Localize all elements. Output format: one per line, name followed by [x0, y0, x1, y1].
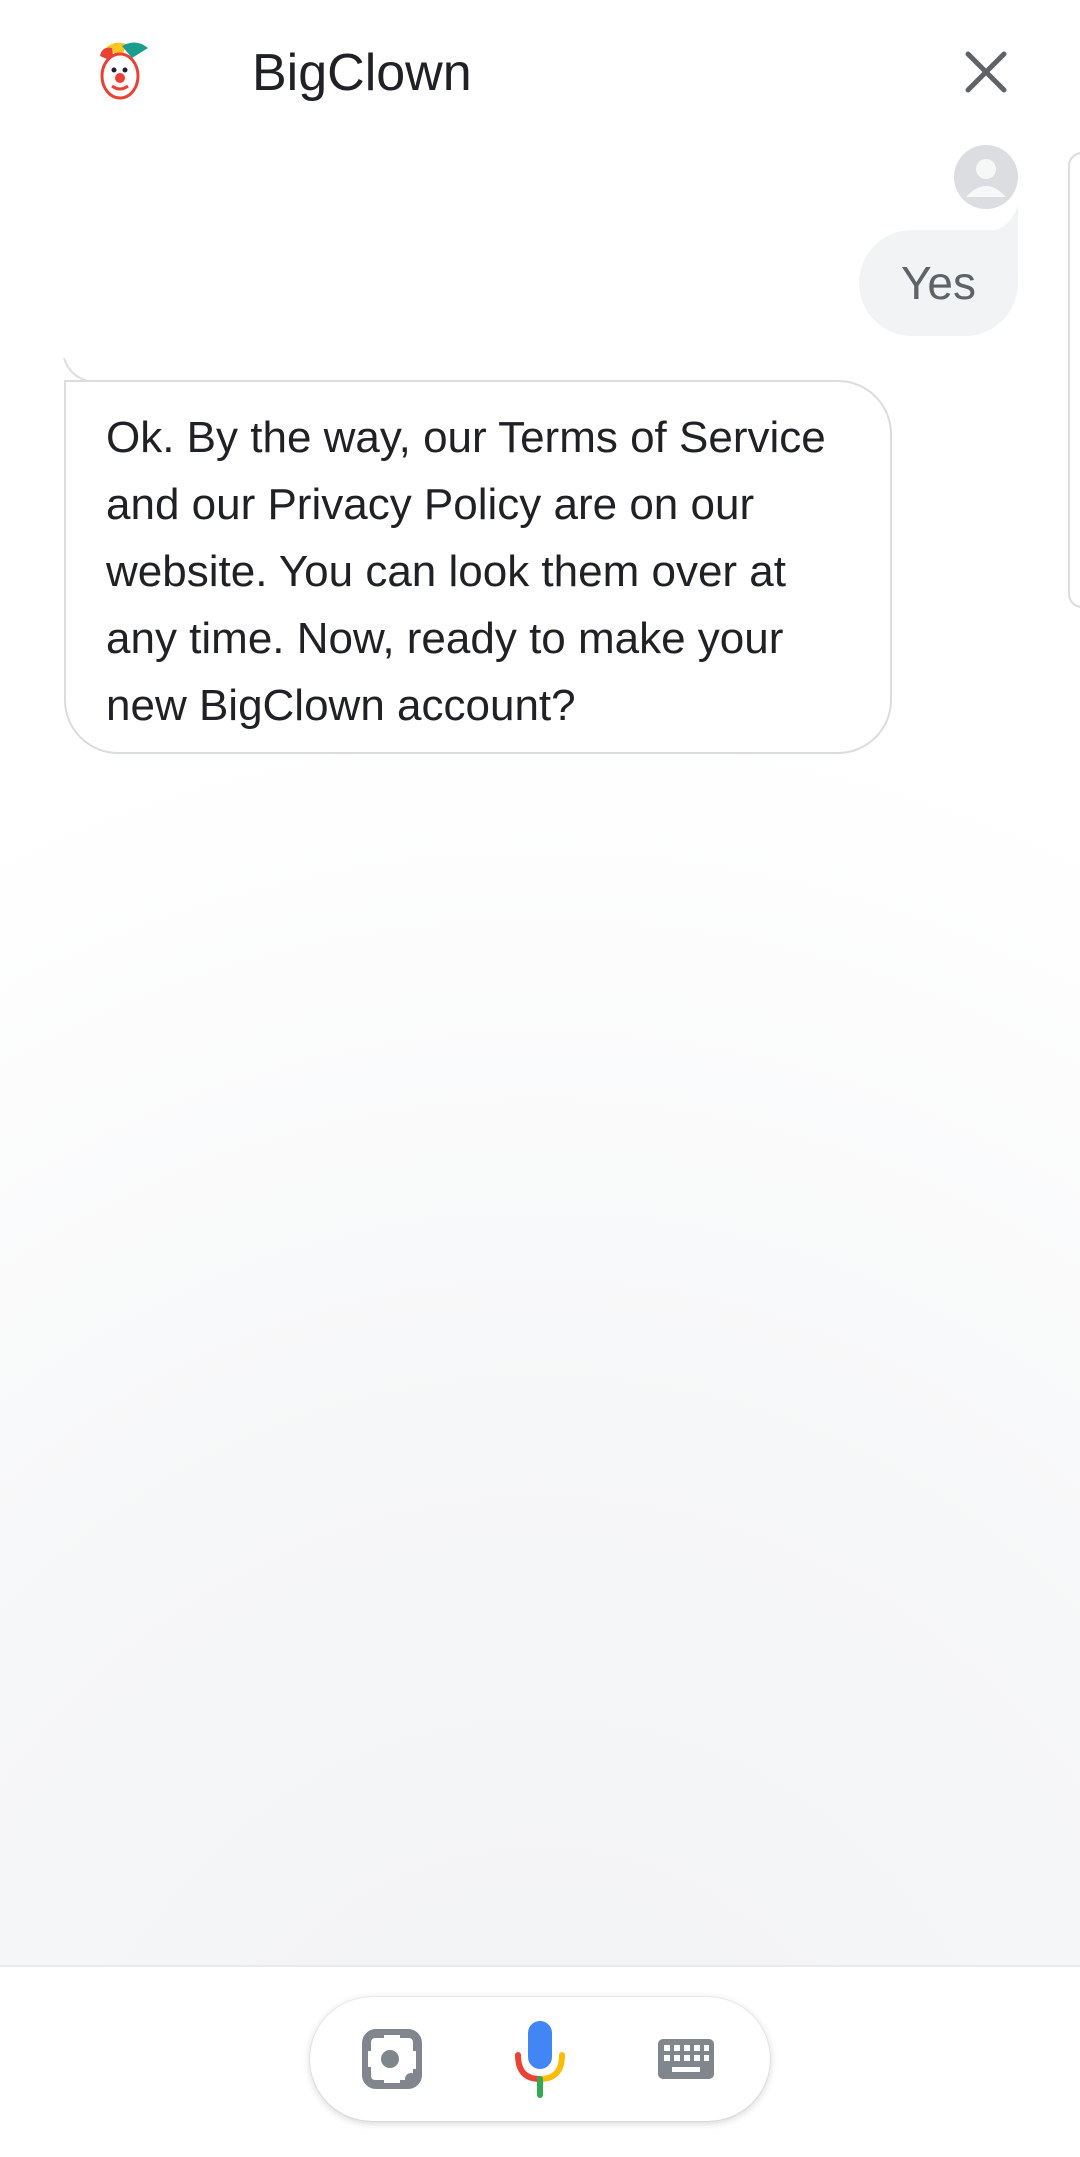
header: BigClown — [0, 0, 1080, 140]
user-message-bubble: Yes — [859, 230, 1018, 336]
keyboard-button[interactable] — [636, 2009, 736, 2109]
clown-logo-icon — [96, 40, 156, 102]
lens-button[interactable] — [342, 2009, 442, 2109]
close-button[interactable] — [950, 36, 1022, 108]
user-message-text: Yes — [900, 257, 977, 309]
lens-icon — [362, 2029, 422, 2089]
microphone-icon — [515, 2021, 565, 2098]
microphone-button[interactable] — [490, 2009, 590, 2109]
user-avatar — [954, 145, 1018, 209]
assistant-message-bubble: Ok. By the way, our Terms of Service and… — [64, 380, 892, 754]
keyboard-icon — [658, 2039, 714, 2079]
close-icon — [965, 51, 1007, 93]
assistant-message-text: Ok. By the way, our Terms of Service and… — [106, 413, 826, 730]
app-title: BigClown — [252, 44, 472, 102]
input-controls — [310, 1997, 770, 2121]
side-panel-edge[interactable] — [1068, 152, 1080, 608]
bottom-bar — [0, 1965, 1080, 2157]
